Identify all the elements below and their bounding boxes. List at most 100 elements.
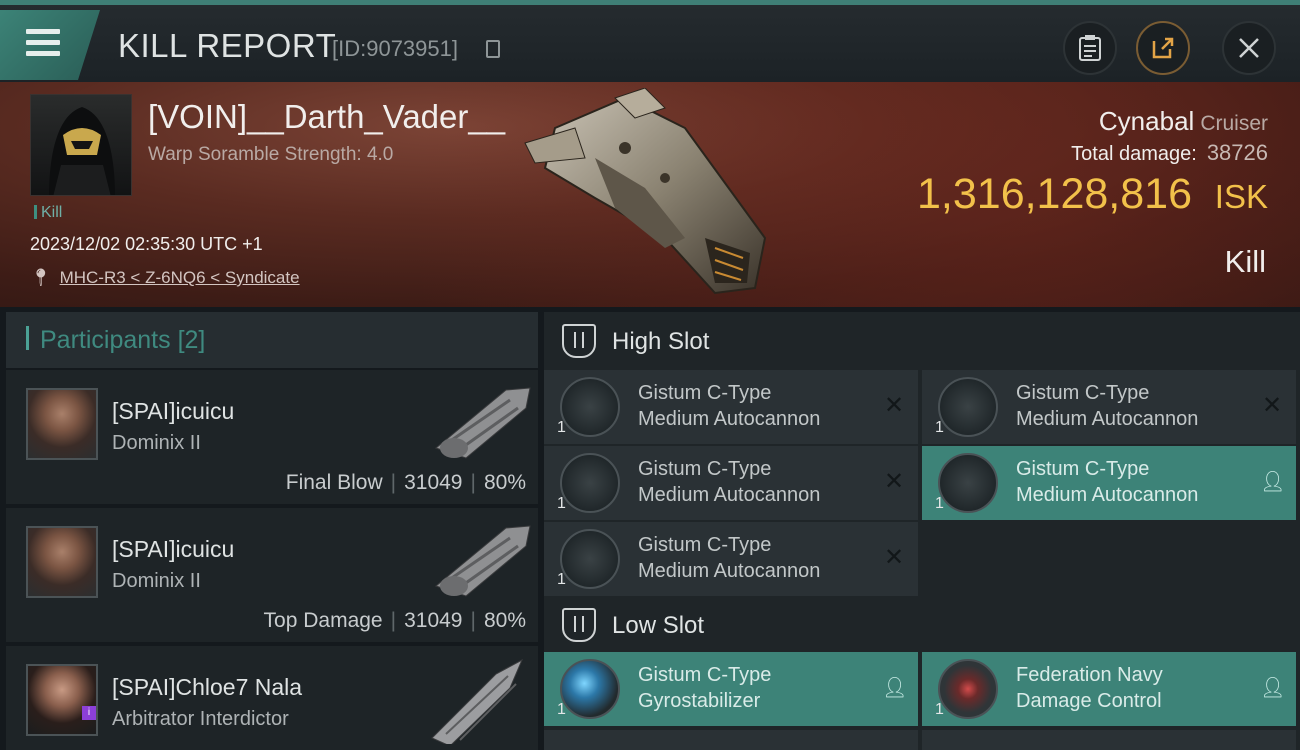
location-pin-icon: 📍︎: [30, 268, 52, 287]
total-damage: Total damage: 38726: [1071, 140, 1268, 166]
isk-unit: ISK: [1214, 178, 1268, 215]
module-name: Gistum C-Type: [638, 458, 772, 480]
module-type: Medium Autocannon: [638, 560, 821, 582]
participant-card[interactable]: [SPAI]icuicu Dominix II Final Blow | 31049…: [6, 370, 538, 504]
ship-name: Cynabal: [1098, 106, 1195, 136]
module-quantity: 1: [557, 419, 566, 436]
participant-ship-image: [431, 658, 524, 744]
participant-card[interactable]: [SPAI]icuicu Dominix II Top Damage | 31049…: [6, 508, 538, 642]
isk-value: 1,316,128,816: [917, 170, 1192, 218]
participant-card[interactable]: i [SPAI]Chloe7 Nala Arbitrator Interdict…: [6, 646, 538, 750]
module-type: Gyrostabilizer: [638, 690, 761, 712]
participant-ship-image: [434, 387, 531, 459]
clipboard-button[interactable]: [1063, 21, 1117, 75]
module-slot-partial[interactable]: [544, 730, 918, 750]
kill-location[interactable]: 📍︎ MHC-R3 < Z-6NQ6 < Syndicate: [30, 268, 300, 288]
menu-icon-bar: [26, 51, 60, 56]
separator: |: [390, 609, 397, 632]
participant-name: [SPAI]icuicu: [112, 536, 235, 562]
module-name: Gistum C-Type: [1016, 458, 1150, 480]
separator: |: [470, 471, 476, 494]
damage-control-icon: [938, 659, 998, 719]
gyrostabilizer-icon: [560, 659, 620, 719]
module-slot[interactable]: 1 Gistum C-Type Medium Autocannon ✕: [922, 370, 1296, 444]
participant-avatar: [26, 526, 98, 598]
menu-button[interactable]: [0, 10, 100, 80]
module-quantity: 1: [557, 571, 566, 588]
participants-header: Participants [2]: [6, 312, 538, 368]
low-slot-icon: [562, 608, 596, 642]
share-button[interactable]: [1136, 21, 1190, 75]
x-icon: ✕: [1261, 392, 1283, 419]
victim-name[interactable]: [VOIN]__Darth_Vader__: [148, 98, 505, 136]
participant-avatar: [26, 388, 98, 460]
high-slot-header: High Slot: [544, 312, 1300, 368]
participant-ship: Dominix II: [112, 570, 201, 592]
module-name: Federation Navy: [1016, 664, 1163, 686]
module-type: Medium Autocannon: [638, 484, 821, 506]
module-type: Medium Autocannon: [638, 408, 821, 430]
fitting-panel: High Slot 1 Gistum C-Type Medium Autocan…: [544, 312, 1300, 750]
module-slot[interactable]: 1 Federation Navy Damage Control 👤︎: [922, 652, 1296, 726]
x-icon: ✕: [883, 468, 905, 495]
module-slot[interactable]: 1 Gistum C-Type Medium Autocannon ✕: [544, 370, 918, 444]
separator: |: [390, 471, 397, 494]
person-icon: 👤︎: [1260, 677, 1286, 699]
module-quantity: 1: [557, 701, 566, 718]
module-name: Gistum C-Type: [1016, 382, 1150, 404]
ship-class: Cruiser: [1200, 112, 1268, 135]
module-type: Damage Control: [1016, 690, 1162, 712]
helmet-avatar-icon: [49, 107, 115, 195]
module-slot[interactable]: 1 Gistum C-Type Medium Autocannon ✕: [544, 522, 918, 596]
participant-percent: 80%: [483, 471, 526, 494]
participants-label: Participants: [40, 326, 171, 354]
victim-ship-type[interactable]: Cynabal Cruiser: [1099, 106, 1268, 137]
location-text[interactable]: MHC-R3 < Z-6NQ6 < Syndicate: [60, 268, 300, 287]
participant-stats: Final Blow | 31049 | 80%: [286, 471, 526, 495]
autocannon-icon: [560, 377, 620, 437]
copy-icon[interactable]: [486, 40, 500, 58]
kill-datetime: 2023/12/02 02:35:30 UTC +1: [30, 234, 263, 254]
module-name: Gistum C-Type: [638, 664, 772, 686]
total-damage-label: Total damage:: [1071, 143, 1197, 165]
module-quantity: 1: [935, 419, 944, 436]
participant-ship-image: [434, 525, 531, 597]
module-type: Medium Autocannon: [1016, 484, 1199, 506]
participant-damage: 31049: [404, 609, 463, 632]
kill-tag: Kill: [34, 204, 62, 222]
menu-icon-bar: [26, 40, 60, 45]
victim-banner: [VOIN]__Darth_Vader__ Warp Soramble Stre…: [0, 82, 1300, 307]
module-name: Gistum C-Type: [638, 534, 772, 556]
participant-percent: 80%: [483, 609, 526, 632]
module-slot[interactable]: 1 Gistum C-Type Medium Autocannon ✕: [544, 446, 918, 520]
person-icon: 👤︎: [1260, 471, 1286, 493]
participant-ship: Dominix II: [112, 432, 201, 454]
module-slot[interactable]: 1 Gistum C-Type Gyrostabilizer 👤︎: [544, 652, 918, 726]
total-damage-value: 38726: [1206, 140, 1268, 165]
close-button[interactable]: [1222, 21, 1276, 75]
close-icon: [1239, 38, 1259, 58]
info-badge: i: [82, 706, 96, 720]
module-quantity: 1: [935, 701, 944, 718]
autocannon-icon: [560, 529, 620, 589]
report-id: [ID:9073951]: [332, 36, 458, 61]
separator: |: [470, 609, 476, 632]
low-slot-header: Low Slot: [544, 596, 1300, 652]
result-label: Kill: [1224, 244, 1266, 279]
participants-panel: Participants [2] [SPAI]icuicu Dominix II…: [6, 312, 538, 750]
victim-portrait[interactable]: [30, 94, 132, 196]
person-icon: 👤︎: [882, 677, 908, 699]
participants-title: Participants [2]: [40, 326, 205, 355]
autocannon-icon: [938, 377, 998, 437]
x-icon: ✕: [883, 392, 905, 419]
victim-ship-image: [524, 88, 767, 295]
participant-avatar: [26, 664, 98, 736]
module-type: Medium Autocannon: [1016, 408, 1199, 430]
low-slot-title: Low Slot: [612, 612, 705, 639]
module-slot-partial[interactable]: [922, 730, 1296, 750]
menu-icon: [26, 29, 60, 34]
module-slot[interactable]: 1 Gistum C-Type Medium Autocannon 👤︎: [922, 446, 1296, 520]
participant-ship: Arbitrator Interdictor: [112, 708, 289, 730]
autocannon-icon: [938, 453, 998, 513]
module-quantity: 1: [935, 495, 944, 512]
